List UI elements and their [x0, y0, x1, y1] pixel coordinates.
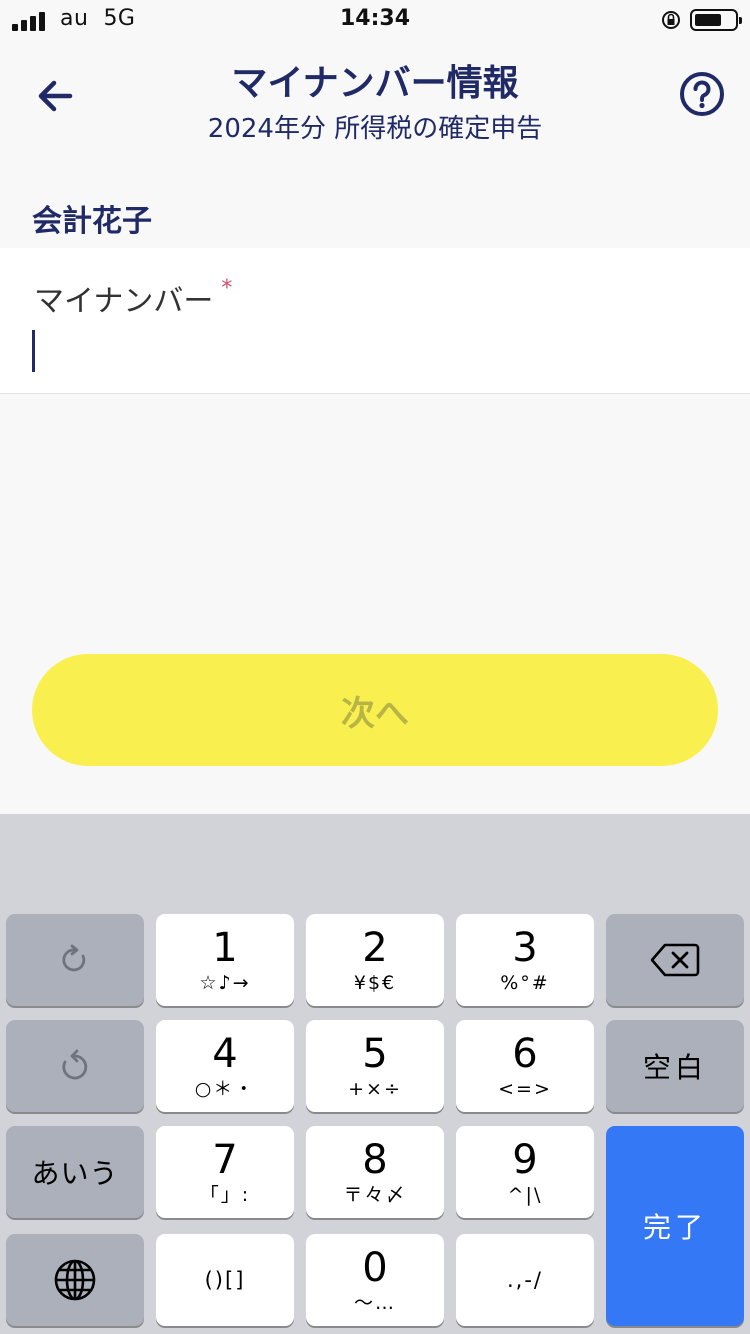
- help-icon[interactable]: [678, 70, 726, 118]
- key-number: 7: [212, 1137, 238, 1183]
- key-symbols: <=>: [498, 1078, 552, 1100]
- key-symbols: ()[]: [204, 1268, 246, 1292]
- redo-key[interactable]: [6, 914, 144, 1006]
- key-2[interactable]: 2 ¥$€: [306, 914, 444, 1006]
- done-key[interactable]: 完了: [606, 1126, 744, 1326]
- status-bar: au 5G 14:34: [0, 0, 750, 40]
- done-key-label: 完了: [642, 1211, 707, 1244]
- key-symbols: ○＊・: [194, 1078, 256, 1100]
- mynumber-label: マイナンバー *: [34, 276, 233, 319]
- key-number: 0: [362, 1245, 388, 1291]
- person-name: 会計花子: [32, 204, 152, 239]
- redo-icon: [62, 944, 86, 972]
- key-number: 2: [362, 925, 388, 971]
- header: マイナンバー情報 2024年分 所得税の確定申告: [0, 40, 750, 160]
- space-key-label: 空白: [642, 1051, 707, 1084]
- required-mark: *: [221, 276, 233, 301]
- key-number: 5: [362, 1031, 388, 1077]
- backspace-icon: [650, 943, 700, 977]
- mynumber-input[interactable]: [30, 326, 720, 376]
- key-3[interactable]: 3 %°#: [456, 914, 594, 1006]
- key-symbols: 〜…: [353, 1292, 396, 1314]
- rotation-lock-icon: [662, 11, 680, 29]
- globe-key[interactable]: [6, 1234, 144, 1326]
- battery-icon: [690, 9, 742, 31]
- key-8[interactable]: 8 〒々〆: [306, 1126, 444, 1218]
- key-symbols: .,-/: [506, 1268, 543, 1292]
- delete-key[interactable]: [606, 914, 744, 1006]
- key-9[interactable]: 9 ^|\: [456, 1126, 594, 1218]
- status-time: 14:34: [339, 6, 411, 31]
- key-symbols: ^|\: [507, 1184, 543, 1206]
- key-number: 8: [362, 1137, 388, 1183]
- page-title: マイナンバー情報: [231, 63, 519, 104]
- key-0[interactable]: 0 〜…: [306, 1234, 444, 1326]
- key-6[interactable]: 6 <=>: [456, 1020, 594, 1112]
- page-subtitle: 2024年分 所得税の確定申告: [207, 114, 543, 144]
- numeric-keyboard: あいう 1 ☆♪→ 2 ¥$€ 3 %°# 4 ○＊・ 5 +×÷ 6 <=> …: [0, 814, 750, 1334]
- undo-key[interactable]: [6, 1020, 144, 1112]
- key-punctuation[interactable]: .,-/: [456, 1234, 594, 1326]
- key-symbols: 〒々〆: [343, 1184, 407, 1206]
- key-symbols: +×÷: [348, 1078, 402, 1100]
- key-number: 9: [512, 1137, 538, 1183]
- key-number: 6: [512, 1031, 538, 1077]
- key-symbols: ☆♪→: [199, 972, 251, 994]
- kana-key-label: あいう: [31, 1157, 119, 1190]
- kana-key[interactable]: あいう: [6, 1126, 144, 1218]
- key-number: 3: [512, 925, 538, 971]
- key-number: 4: [212, 1031, 238, 1077]
- key-symbols: ¥$€: [353, 972, 397, 994]
- key-4[interactable]: 4 ○＊・: [156, 1020, 294, 1112]
- globe-icon: [54, 1259, 96, 1301]
- mynumber-field[interactable]: マイナンバー *: [0, 248, 750, 394]
- next-button[interactable]: 次へ: [32, 654, 718, 766]
- key-1[interactable]: 1 ☆♪→: [156, 914, 294, 1006]
- key-5[interactable]: 5 +×÷: [306, 1020, 444, 1112]
- space-key[interactable]: 空白: [606, 1020, 744, 1112]
- key-7[interactable]: 7 「」:: [156, 1126, 294, 1218]
- undo-icon: [62, 1049, 88, 1080]
- key-brackets[interactable]: ()[]: [156, 1234, 294, 1326]
- text-caret: [32, 330, 35, 372]
- key-number: 1: [212, 925, 238, 971]
- key-symbols: %°#: [500, 972, 550, 994]
- key-symbols: 「」:: [199, 1184, 251, 1206]
